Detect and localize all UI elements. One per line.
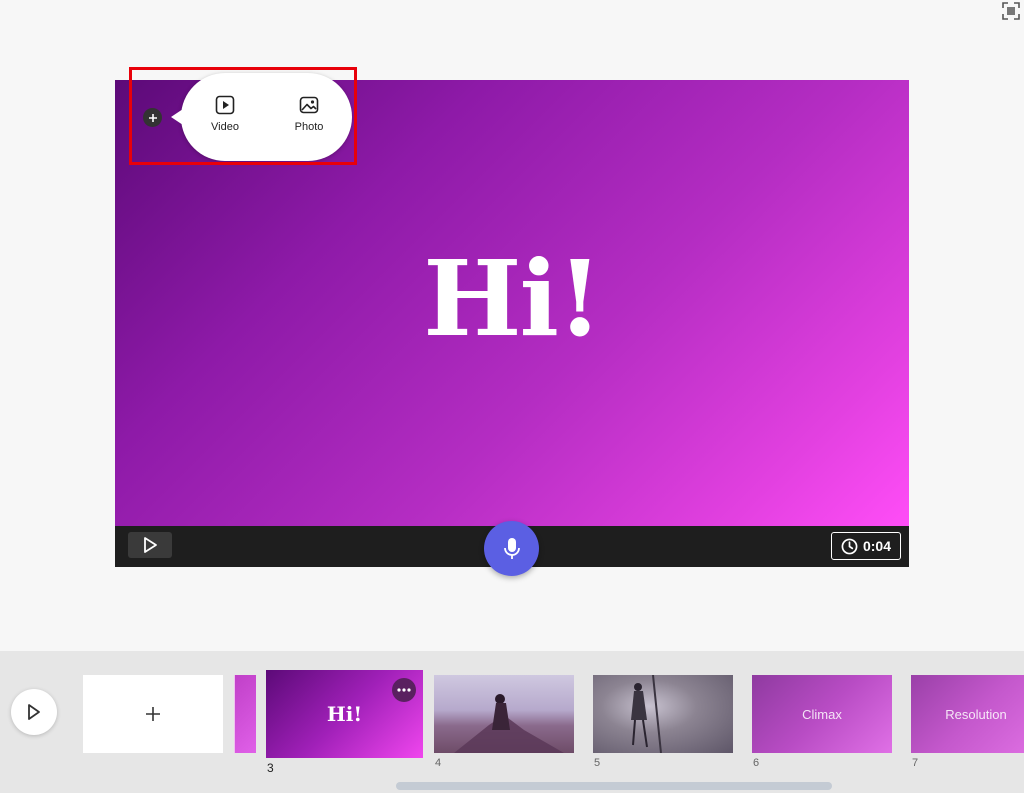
microphone-icon — [503, 537, 520, 559]
slide-title[interactable]: Hi! — [423, 237, 602, 360]
scene-title: Hi! — [326, 702, 363, 726]
scene-thumbnail[interactable]: Climax — [752, 675, 892, 753]
scene-number: 3 — [267, 761, 274, 775]
scene-number: 4 — [435, 757, 442, 769]
add-photo-label: Photo — [294, 121, 324, 133]
scene-thumbnail[interactable] — [593, 675, 733, 753]
scene-number: 5 — [594, 757, 601, 769]
plus-icon — [146, 707, 160, 721]
scene-thumbnail[interactable]: Hi! — [266, 670, 423, 758]
more-dots-icon — [397, 688, 411, 692]
timeline-scrollbar[interactable] — [396, 782, 832, 790]
scene-timeline: Hi! 3 4 5 Climax 6 Resolution 7 — [0, 651, 1024, 793]
duration-text: 0:04 — [862, 538, 892, 554]
add-video-option[interactable]: Video — [195, 95, 255, 141]
scene-thumbnail-partial[interactable] — [234, 675, 256, 753]
add-scene-button[interactable] — [83, 675, 223, 753]
record-voice-button[interactable] — [484, 521, 539, 576]
preview-play-button[interactable] — [128, 532, 172, 558]
play-icon — [144, 537, 157, 553]
scene-title: Resolution — [945, 706, 1007, 722]
scene-more-button[interactable] — [392, 678, 416, 702]
scene-thumbnail[interactable] — [434, 675, 574, 753]
scene-number: 6 — [753, 757, 760, 769]
add-video-label: Video — [211, 121, 239, 133]
scene-number: 7 — [912, 757, 919, 769]
add-photo-option[interactable]: Photo — [279, 95, 339, 141]
add-media-popup: Video Photo — [171, 73, 352, 161]
scene-title: Climax — [802, 706, 842, 722]
figure-photo — [631, 675, 662, 753]
figure-photo — [454, 694, 564, 753]
scene-thumbnail[interactable]: Resolution — [911, 675, 1024, 753]
duration-badge[interactable]: 0:04 — [831, 532, 901, 560]
video-play-icon — [215, 95, 235, 115]
fullscreen-icon[interactable] — [1002, 2, 1020, 20]
play-icon — [28, 704, 40, 720]
image-icon — [299, 96, 319, 114]
plus-icon — [148, 113, 157, 122]
add-media-button[interactable] — [143, 108, 162, 127]
timeline-play-button[interactable] — [11, 689, 57, 735]
clock-icon — [841, 538, 858, 554]
